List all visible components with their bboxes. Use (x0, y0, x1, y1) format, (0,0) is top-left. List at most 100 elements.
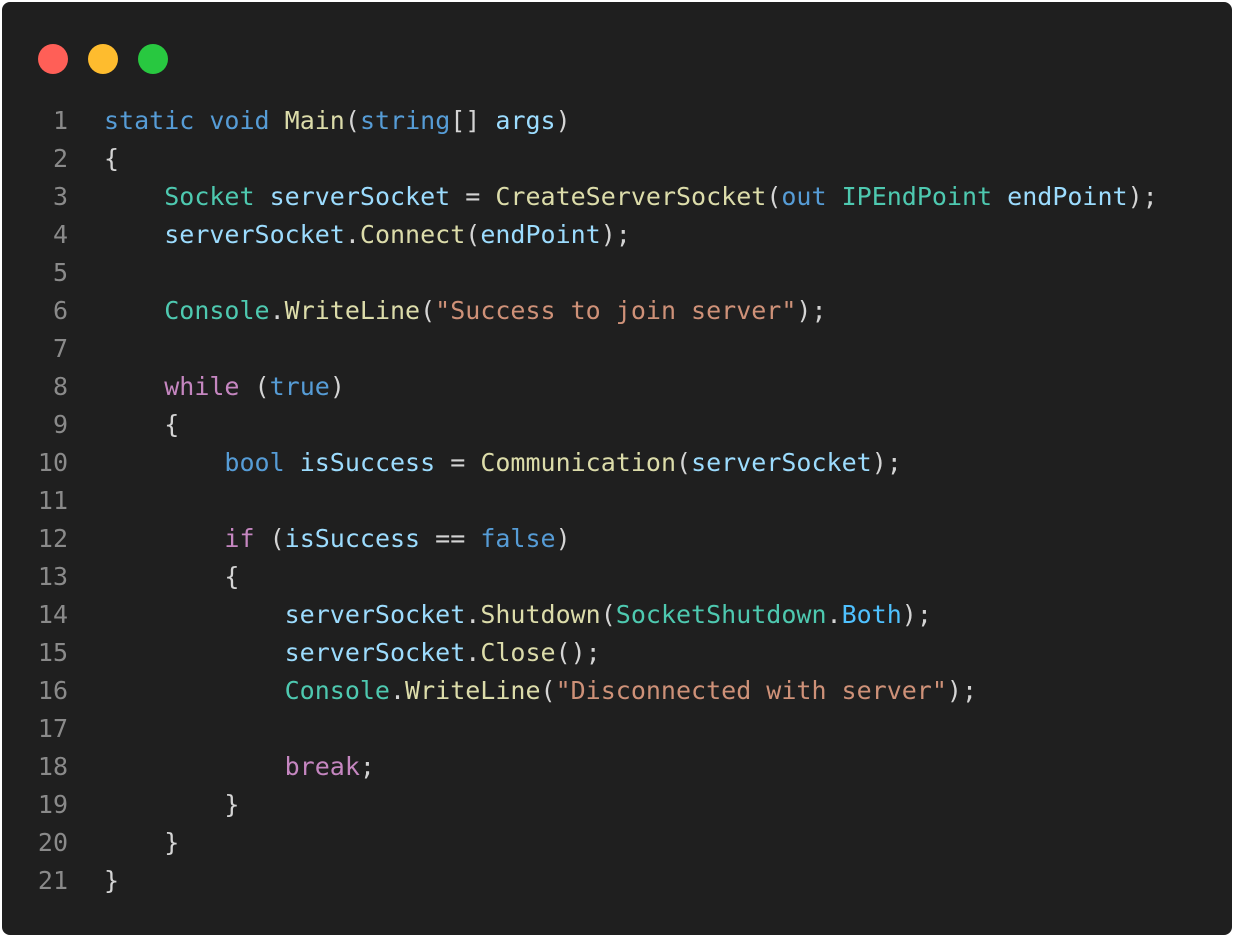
line-number: 16 (37, 676, 68, 705)
code-text: } (68, 786, 239, 824)
code-token: ( (540, 676, 556, 705)
code-token: { (104, 410, 180, 439)
minimize-button[interactable] (88, 44, 118, 74)
code-line: 1 static void Main(string[] args) (2, 102, 1232, 140)
code-token: { (104, 562, 240, 591)
line-number: 13 (37, 562, 68, 591)
code-text: Console.WriteLine("Success to join serve… (68, 292, 826, 330)
code-token: . (826, 600, 842, 629)
code-token: ); (946, 676, 978, 705)
code-token: Both (841, 600, 902, 629)
code-token: CreateServerSocket (495, 182, 767, 211)
code-token: WriteLine (284, 296, 421, 325)
code-token: ; (359, 752, 375, 781)
code-token: ) (329, 372, 345, 401)
code-line: 14 serverSocket.Shutdown(SocketShutdown.… (2, 596, 1232, 634)
code-token: out (781, 182, 827, 211)
code-token: [] (450, 106, 496, 135)
line-number: 17 (37, 714, 68, 743)
maximize-button[interactable] (138, 44, 168, 74)
code-token: ); (901, 600, 932, 629)
code-token: Communication (480, 448, 676, 477)
code-token: ( (239, 372, 270, 401)
code-token: = (450, 182, 496, 211)
code-token: ( (465, 220, 481, 249)
code-token: "Success to join server" (435, 296, 797, 325)
code-token: . (465, 638, 481, 667)
code-line: 6 Console.WriteLine("Success to join ser… (2, 292, 1232, 330)
line-number: 7 (52, 334, 68, 363)
code-token: void (209, 106, 270, 135)
line-number: 21 (37, 866, 68, 895)
code-text: { (68, 140, 119, 178)
code-text: } (68, 824, 179, 862)
line-number: 2 (52, 144, 68, 173)
line-number: 19 (37, 790, 68, 819)
code-line: 5 (2, 254, 1232, 292)
code-line: 19 } (2, 786, 1232, 824)
code-line: 2{ (2, 140, 1232, 178)
code-text: static void Main(string[] args) (68, 102, 571, 140)
code-line: 10 bool isSuccess = Communication(server… (2, 444, 1232, 482)
code-token: endPoint (480, 220, 601, 249)
code-editor[interactable]: 1 static void Main(string[] args) 2{3 Sock… (2, 102, 1232, 900)
code-token: isSuccess (284, 524, 421, 553)
code-token: Main (284, 106, 345, 135)
code-token: . (344, 220, 360, 249)
code-token: (); (555, 638, 601, 667)
code-token: serverSocket (164, 220, 345, 249)
code-token: { (104, 144, 120, 173)
code-text: { (68, 558, 239, 596)
code-token: ); (600, 220, 631, 249)
code-line: 20 } (2, 824, 1232, 862)
line-number: 11 (37, 486, 68, 515)
code-token: SocketShutdown (615, 600, 827, 629)
code-token: ) (555, 524, 571, 553)
line-number: 20 (37, 828, 68, 857)
line-number: 6 (52, 296, 68, 325)
code-token: ) (555, 106, 571, 135)
close-button[interactable] (38, 44, 68, 74)
line-number: 14 (37, 600, 68, 629)
code-token: ( (254, 524, 285, 553)
code-line: 15 serverSocket.Close(); (2, 634, 1232, 672)
code-text: bool isSuccess = Communication(serverSoc… (68, 444, 901, 482)
line-number: 10 (37, 448, 68, 477)
line-number: 9 (52, 410, 68, 439)
line-number: 4 (52, 220, 68, 249)
code-token: ( (676, 448, 692, 477)
code-token: serverSocket (284, 638, 466, 667)
line-number: 18 (37, 752, 68, 781)
code-token: static (104, 106, 195, 135)
line-number: 1 (52, 106, 68, 135)
line-number: 12 (37, 524, 68, 553)
code-token: string (359, 106, 451, 135)
window-controls (38, 44, 168, 74)
code-token: isSuccess (299, 448, 436, 477)
code-token: } (104, 790, 240, 819)
code-token: Close (480, 638, 556, 667)
code-token: endPoint (1007, 182, 1128, 211)
code-token: Shutdown (480, 600, 601, 629)
code-token: serverSocket (284, 600, 466, 629)
code-text: break; (68, 748, 375, 786)
code-token: ( (766, 182, 782, 211)
code-token: "Disconnected with server" (555, 676, 947, 705)
code-token: serverSocket (269, 182, 451, 211)
code-token: ( (600, 600, 616, 629)
code-token: break (284, 752, 360, 781)
code-window: 1 static void Main(string[] args) 2{3 Sock… (2, 2, 1232, 935)
code-text: if (isSuccess == false) (68, 520, 571, 558)
code-line: 12 if (isSuccess == false) (2, 520, 1232, 558)
code-token: . (465, 600, 481, 629)
